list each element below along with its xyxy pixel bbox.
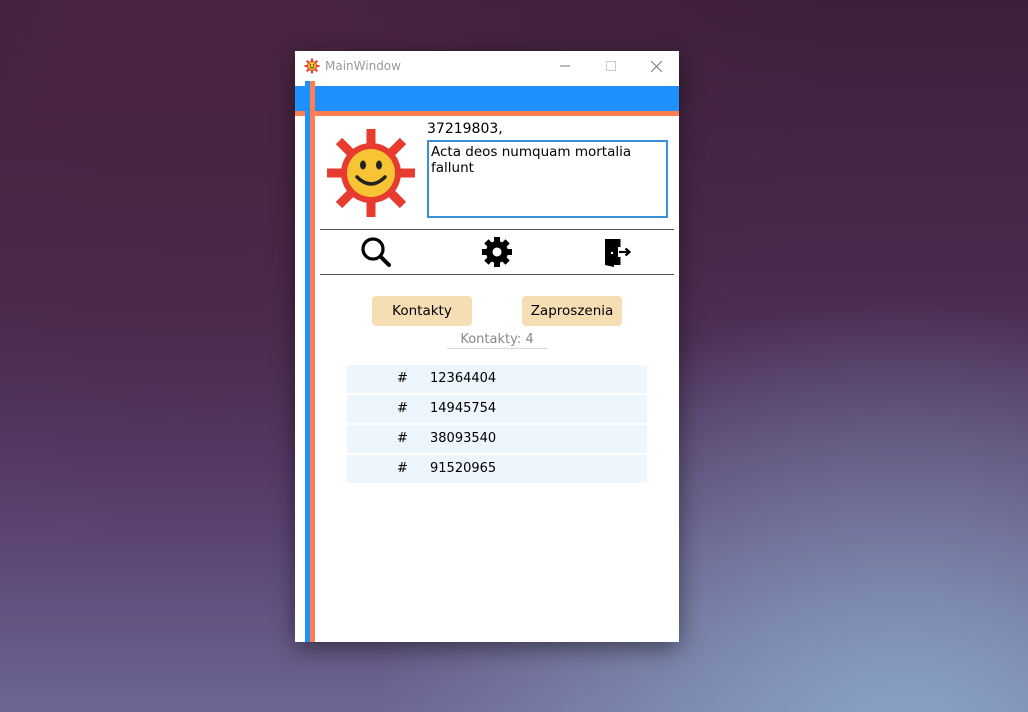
search-button[interactable]: [359, 235, 393, 269]
title-bar[interactable]: MainWindow: [295, 51, 679, 81]
toolbar-divider-top: [320, 229, 674, 230]
invitations-button[interactable]: Zaproszenia: [522, 296, 622, 326]
gear-icon: [482, 237, 512, 267]
minimize-button[interactable]: [542, 51, 588, 81]
close-icon: [650, 60, 662, 72]
list-item-hash: #: [397, 401, 408, 416]
search-icon: [361, 237, 391, 267]
status-textbox[interactable]: Acta deos numquam mortalia fallunt: [427, 140, 668, 218]
list-item[interactable]: # 12364404: [347, 365, 647, 393]
app-sun-icon: [304, 58, 320, 74]
top-blue-bar: [295, 86, 679, 111]
window-title: MainWindow: [325, 59, 401, 73]
list-item-number: 12364404: [430, 371, 497, 386]
top-orange-bar: [295, 111, 679, 116]
maximize-button[interactable]: [588, 51, 634, 81]
user-id: 37219803,: [427, 121, 503, 137]
list-item-hash: #: [397, 431, 408, 446]
contacts-button[interactable]: Kontakty: [372, 296, 472, 326]
list-item-number: 91520965: [430, 461, 497, 476]
list-item[interactable]: # 38093540: [347, 425, 647, 453]
sun-smiley-icon: [327, 129, 415, 217]
maximize-icon: [606, 61, 616, 71]
toolbar-divider-bottom: [320, 274, 674, 275]
list-item[interactable]: # 14945754: [347, 395, 647, 423]
contacts-list: # 12364404 # 14945754 # 38093540 # 91520…: [347, 365, 647, 485]
minimize-icon: [560, 65, 570, 67]
contacts-count-label: Kontakty: 4: [447, 332, 547, 349]
exit-door-icon: [605, 239, 632, 267]
settings-button[interactable]: [480, 235, 514, 269]
list-item-hash: #: [397, 371, 408, 386]
list-item-hash: #: [397, 461, 408, 476]
list-item[interactable]: # 91520965: [347, 455, 647, 483]
close-button[interactable]: [633, 51, 679, 81]
list-item-number: 14945754: [430, 401, 497, 416]
list-item-number: 38093540: [430, 431, 497, 446]
logout-button[interactable]: [600, 235, 634, 269]
main-window: MainWindow 37219803, Acta deos numquam m…: [295, 51, 679, 642]
side-orange-bar: [310, 81, 315, 642]
